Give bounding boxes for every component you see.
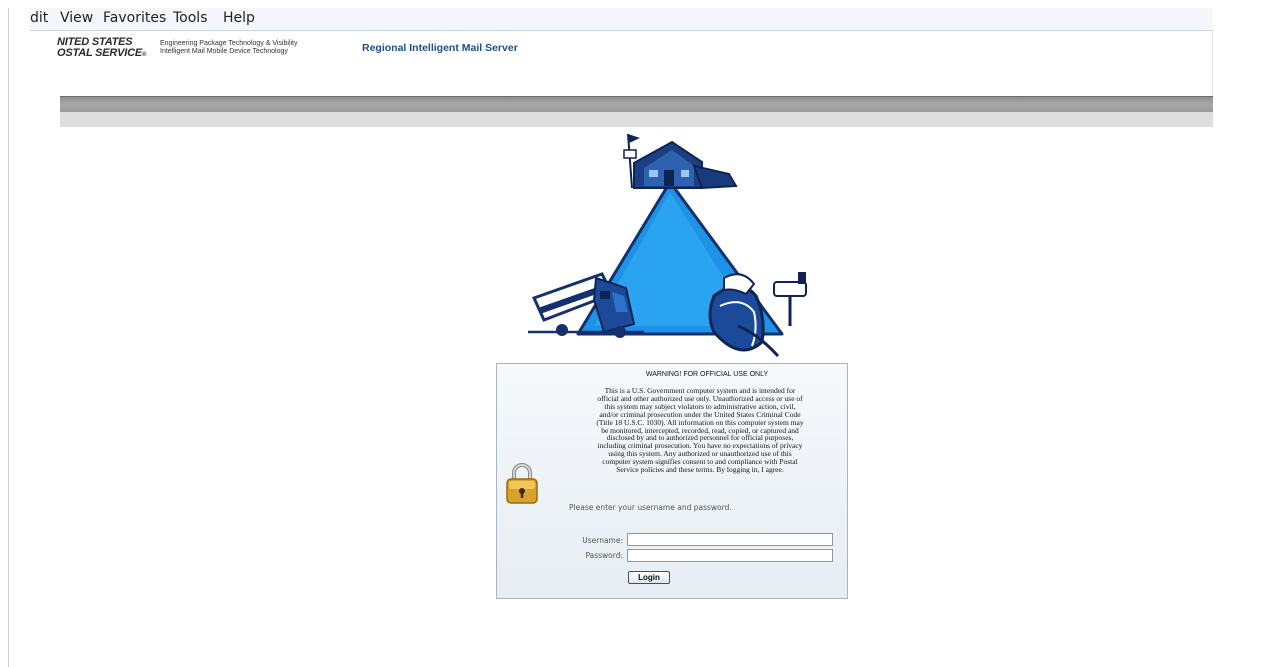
tagline-engineering: Engineering Package Technology & Visibil… [160, 40, 298, 47]
usps-logo: NITED STATES OSTAL SERVICE® [57, 37, 146, 61]
menu-item-favorites[interactable]: Favorites [103, 10, 166, 26]
login-prompt: Please enter your username and password. [569, 503, 732, 512]
menu-item-help[interactable]: Help [223, 10, 255, 26]
username-input[interactable] [627, 533, 833, 546]
header-taglines: Engineering Package Technology & Visibil… [160, 40, 298, 56]
mail-carrier-icon [708, 272, 807, 358]
header-bar [60, 96, 1213, 113]
mail-delivery-triangle-icon [528, 133, 807, 358]
warning-message: This is a U.S. Government computer syste… [555, 387, 845, 474]
padlock-icon [506, 463, 538, 504]
username-label: Username: [582, 536, 623, 545]
usps-logo-line2: OSTAL SERVICE [57, 47, 143, 59]
warning-line: Service policies and these terms. By log… [616, 465, 784, 475]
password-label: Password: [585, 551, 623, 560]
tagline-mobile-device: Intelligent Mail Mobile Device Technolog… [160, 48, 288, 55]
menu-item-edit[interactable]: dit [30, 10, 48, 26]
house-icon [623, 133, 738, 190]
window-left-border [8, 8, 9, 667]
warning-title: WARNING! FOR OFFICIAL USE ONLY [645, 371, 769, 378]
header-subbar [60, 112, 1213, 127]
menu-item-tools[interactable]: Tools [173, 10, 208, 26]
password-input[interactable] [627, 549, 833, 562]
app-title: Regional Intelligent Mail Server [362, 42, 518, 54]
browser-menu-bar: dit View Favorites Tools Help [30, 8, 1213, 31]
menu-item-view[interactable]: View [60, 10, 93, 26]
login-panel: WARNING! FOR OFFICIAL USE ONLY This is a… [496, 363, 848, 599]
registered-mark: ® [142, 52, 147, 58]
login-button[interactable]: Login [628, 571, 670, 584]
